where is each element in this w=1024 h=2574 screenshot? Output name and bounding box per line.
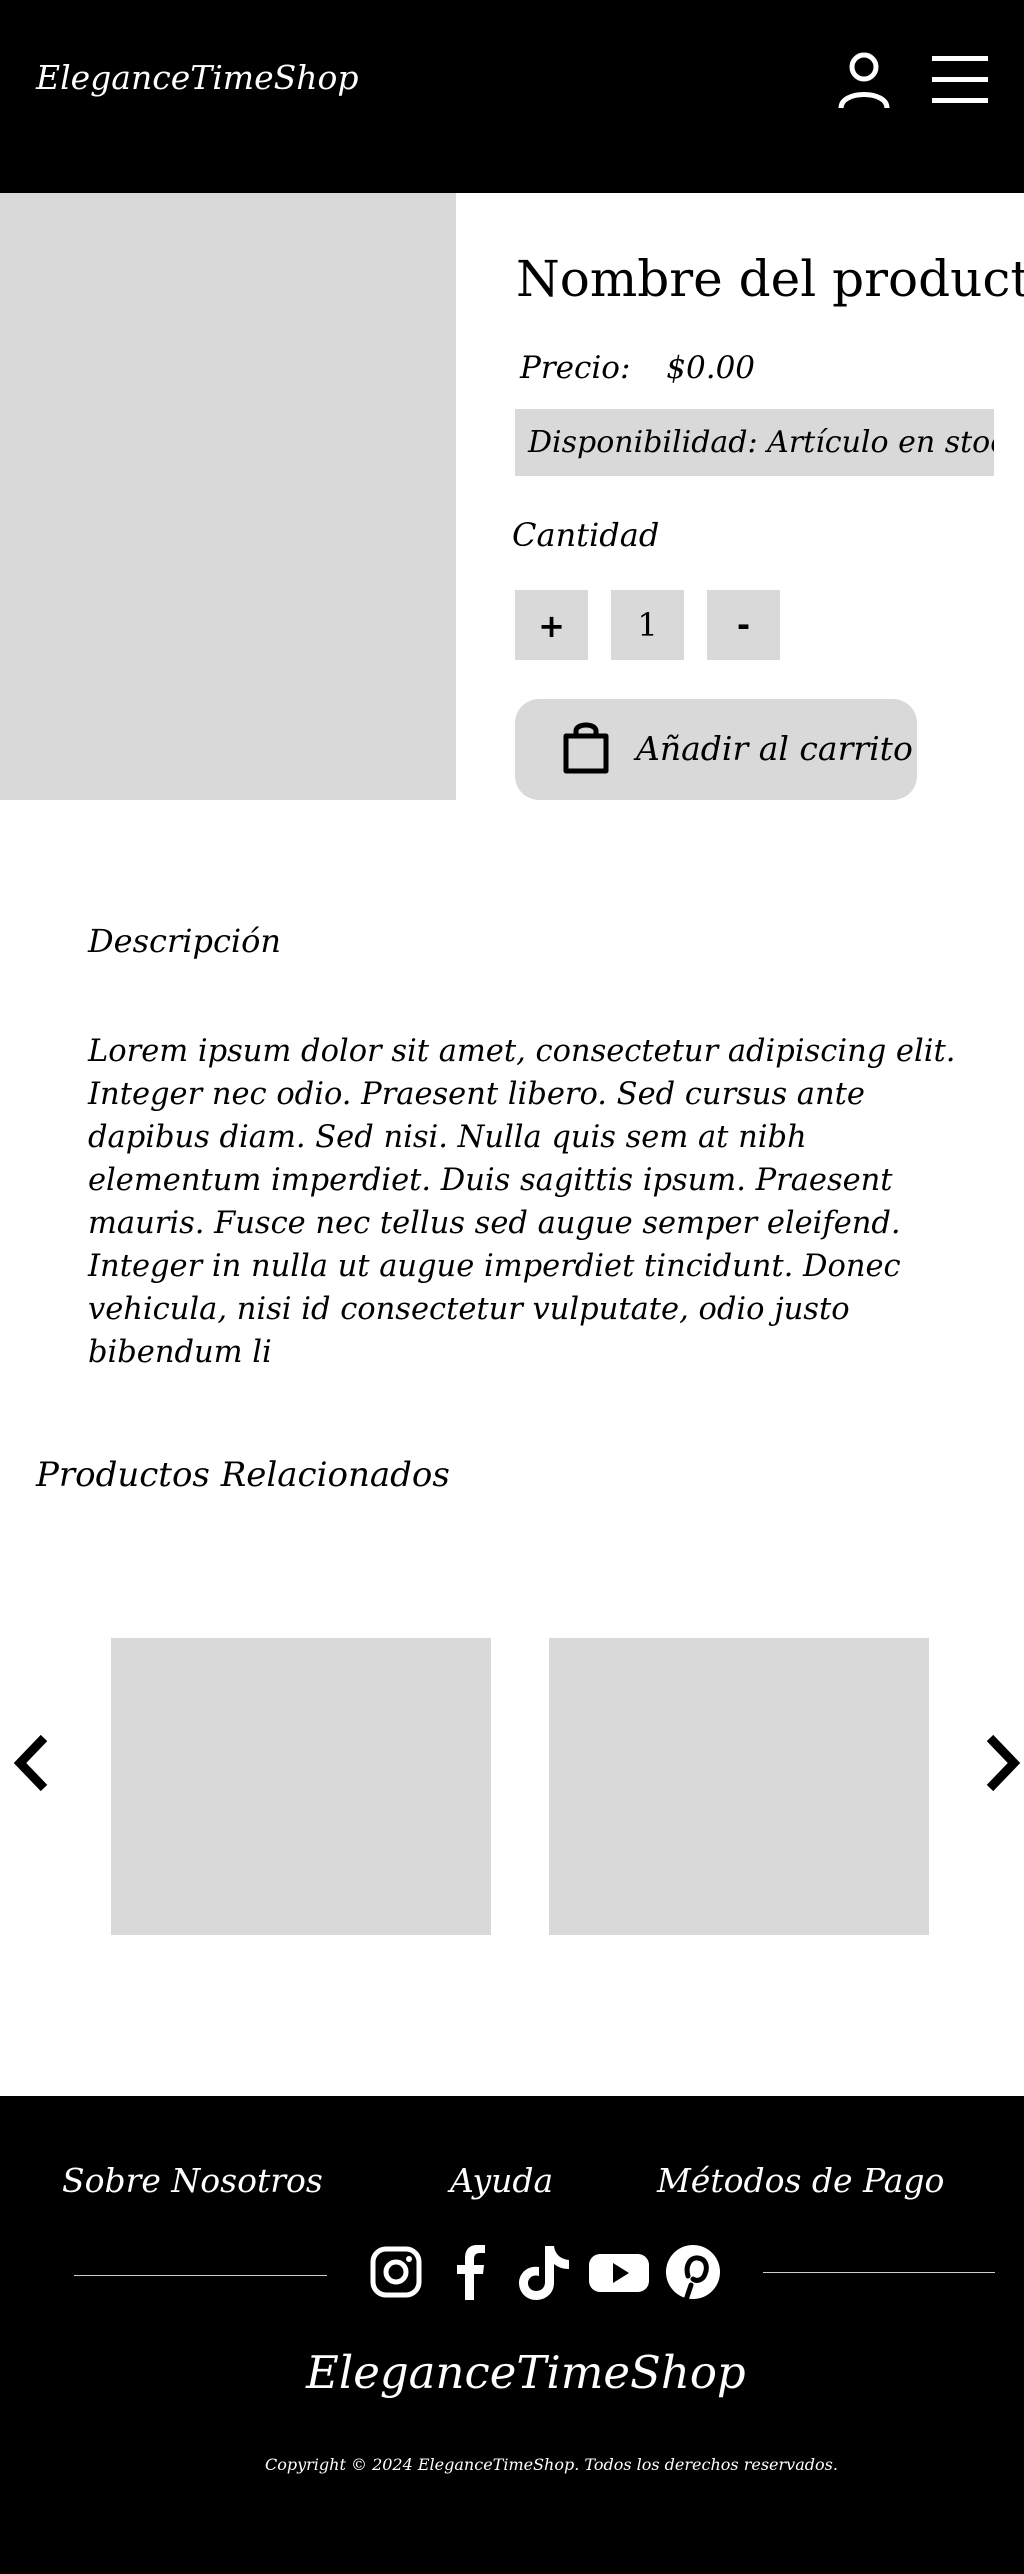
- availability-badge: Disponibilidad: Artículo en stock: [515, 409, 994, 476]
- price-value: $0.00: [666, 350, 756, 386]
- site-header: EleganceTimeShop: [0, 0, 1024, 193]
- copyright-text: Copyright © 2024 EleganceTimeShop. Todos…: [265, 2455, 838, 2474]
- site-footer: Sobre Nosotros Ayuda Métodos de Pago Ele…: [0, 2096, 1024, 2574]
- related-products-heading: Productos Relacionados: [36, 1455, 450, 1495]
- hamburger-menu-icon[interactable]: [932, 54, 988, 106]
- product-image-placeholder: [0, 193, 456, 800]
- description-text: Lorem ipsum dolor sit amet, consectetur …: [88, 1034, 956, 1370]
- facebook-icon[interactable]: [446, 2242, 494, 2302]
- footer-link-help[interactable]: Ayuda: [450, 2161, 553, 2200]
- footer-divider-right: [763, 2272, 995, 2273]
- quantity-decrease-button[interactable]: -: [707, 590, 780, 660]
- quantity-increase-button[interactable]: +: [515, 590, 588, 660]
- tiktok-icon[interactable]: [515, 2242, 573, 2302]
- quantity-label: Cantidad: [512, 516, 660, 554]
- youtube-icon[interactable]: [587, 2242, 651, 2302]
- product-title: Nombre del producto: [516, 250, 1024, 308]
- user-icon[interactable]: [836, 50, 892, 110]
- instagram-icon[interactable]: [368, 2242, 424, 2302]
- price-label: Precio:: [520, 350, 631, 386]
- chevron-right-icon[interactable]: [980, 1730, 1024, 1796]
- add-to-cart-button[interactable]: Añadir al carrito: [515, 699, 917, 800]
- footer-link-about[interactable]: Sobre Nosotros: [62, 2161, 323, 2200]
- pinterest-icon[interactable]: [664, 2242, 722, 2302]
- shopping-bag-icon: [563, 722, 609, 774]
- chevron-left-icon[interactable]: [10, 1730, 54, 1796]
- price-row: Precio: $0.00: [520, 350, 755, 386]
- description-heading: Descripción: [88, 922, 281, 960]
- quantity-value[interactable]: 1: [611, 590, 684, 660]
- related-product-card[interactable]: [111, 1638, 491, 1935]
- footer-brand: EleganceTimeShop: [306, 2346, 746, 2399]
- footer-link-payment-methods[interactable]: Métodos de Pago: [657, 2161, 944, 2200]
- footer-divider-left: [74, 2275, 327, 2276]
- brand-logo[interactable]: EleganceTimeShop: [36, 58, 358, 97]
- related-product-card[interactable]: [549, 1638, 929, 1935]
- add-to-cart-label: Añadir al carrito: [636, 729, 913, 768]
